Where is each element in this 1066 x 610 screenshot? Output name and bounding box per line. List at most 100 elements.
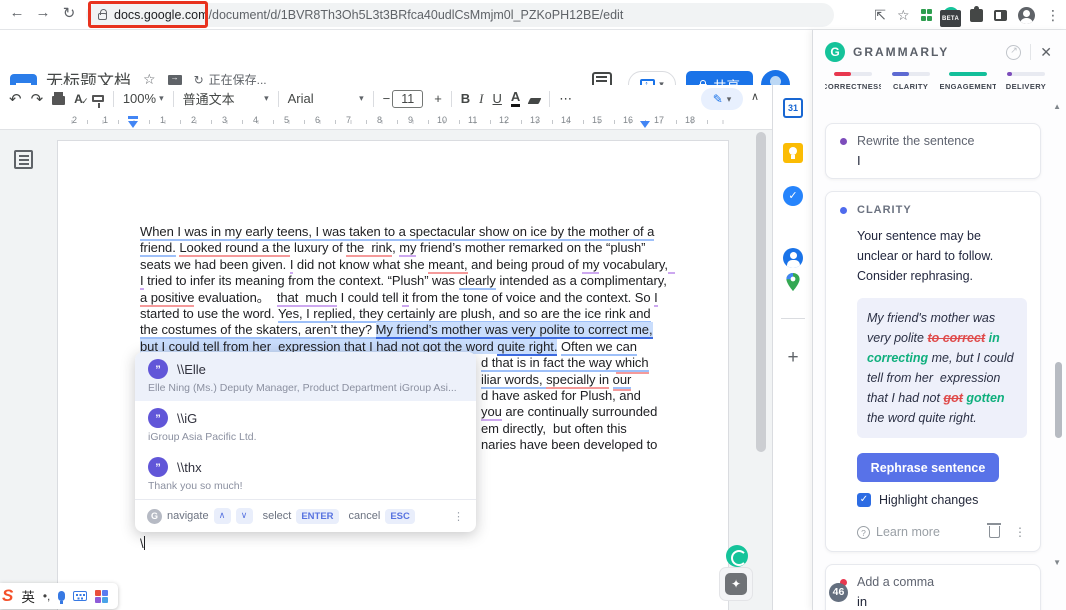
- bookmark-star-icon[interactable]: ☆: [897, 8, 910, 22]
- learn-more-link[interactable]: Learn more: [876, 525, 940, 539]
- clarity-suggestion-card[interactable]: CLARITY Your sentence may be unclear or …: [825, 191, 1041, 552]
- document-line[interactable]: the costumes of the skaters, aren’t they…: [140, 322, 675, 338]
- snippet-item[interactable]: ”\\ElleElle Ning (Ms.) Deputy Manager, P…: [135, 352, 476, 401]
- document-line[interactable]: friend. Looked round a the luxury of the…: [140, 240, 675, 256]
- browser-actions: ⇱ ☆ GBETA ⋮: [874, 0, 1060, 30]
- score-metric[interactable]: CLARITY: [883, 72, 939, 91]
- text-color-button[interactable]: A: [511, 90, 520, 107]
- snippet-item[interactable]: ”\\iGiGroup Asia Pacific Ltd.: [135, 401, 476, 450]
- paragraph-style-select[interactable]: 普通文本▾: [183, 89, 269, 108]
- undo-icon[interactable]: ↶: [9, 90, 22, 108]
- trailing-text[interactable]: \: [140, 536, 145, 551]
- metric-label: DELIVERY: [998, 82, 1054, 91]
- keep-icon[interactable]: [783, 143, 803, 163]
- more-tools-button[interactable]: ⋯: [559, 91, 572, 107]
- left-indent-marker[interactable]: [128, 121, 138, 128]
- document-line[interactable]: seats we had been given. I did not know …: [140, 257, 675, 273]
- snippet-item[interactable]: ”\\thxThank you so much!: [135, 450, 476, 499]
- navigate-up-button[interactable]: ∧: [214, 508, 231, 524]
- document-line[interactable]: a positive evaluation。 that much I could…: [140, 290, 675, 306]
- print-icon[interactable]: [52, 93, 65, 105]
- ime-toolbox-icon[interactable]: [95, 590, 108, 603]
- document-line[interactable]: When I was in my early teens, I was take…: [140, 224, 675, 240]
- bold-button[interactable]: B: [461, 91, 470, 106]
- forward-icon[interactable]: →: [32, 4, 54, 21]
- ruler-label: 7: [346, 115, 351, 125]
- esc-key-chip[interactable]: ESC: [385, 509, 415, 524]
- share-page-icon[interactable]: ⇱: [874, 8, 886, 22]
- score-metric[interactable]: DELIVERY: [998, 72, 1054, 91]
- sidebar-toggle-icon[interactable]: [994, 10, 1007, 21]
- redo-icon[interactable]: ↷: [31, 90, 44, 108]
- rephrase-preview: My friend's mother was very polite to co…: [857, 298, 1027, 438]
- first-line-indent-marker[interactable]: [128, 116, 138, 119]
- grammarly-floating-widget[interactable]: [726, 545, 748, 567]
- trash-icon[interactable]: [989, 526, 1000, 538]
- tasks-icon[interactable]: ✓: [783, 186, 803, 206]
- enter-key-chip[interactable]: ENTER: [296, 509, 338, 524]
- maps-icon[interactable]: [783, 272, 803, 292]
- score-metric[interactable]: CORRECTNESS: [825, 72, 881, 91]
- ruler-label: 1: [160, 115, 165, 125]
- underline-button[interactable]: U: [493, 91, 502, 106]
- assistant-sparkle-button[interactable]: ✦: [719, 567, 753, 601]
- keyboard-icon[interactable]: [73, 591, 87, 601]
- editing-mode-button[interactable]: ✎▾: [701, 88, 743, 110]
- hide-menus-button[interactable]: ∧: [751, 90, 759, 103]
- panel-scroll-up-icon[interactable]: ▲: [1053, 102, 1061, 111]
- document-outline-icon[interactable]: [14, 150, 33, 169]
- decrease-font-icon[interactable]: −: [383, 91, 391, 106]
- right-indent-marker[interactable]: [640, 121, 650, 128]
- move-folder-icon[interactable]: [168, 75, 182, 85]
- extension-grid-icon[interactable]: [921, 9, 933, 21]
- microphone-icon[interactable]: [58, 591, 65, 601]
- rephrase-sentence-button[interactable]: Rephrase sentence: [857, 453, 999, 482]
- browser-menu-icon[interactable]: ⋮: [1046, 8, 1060, 22]
- document-line[interactable]: started to use the word. Yes, I replied,…: [140, 306, 675, 322]
- reload-icon[interactable]: ↻: [58, 4, 80, 22]
- highlight-color-button[interactable]: [529, 93, 540, 104]
- goals-icon[interactable]: [1006, 45, 1021, 60]
- address-bar[interactable]: docs.google.com/document/d/1BVR8Th3Oh5L3…: [86, 3, 834, 27]
- calendar-icon[interactable]: 31: [783, 98, 803, 118]
- paint-format-icon[interactable]: [92, 95, 104, 102]
- rewrite-suggestion-card[interactable]: Rewrite the sentence I: [825, 123, 1041, 179]
- card-menu-icon[interactable]: ⋮: [1014, 525, 1026, 539]
- back-icon[interactable]: ←: [6, 4, 28, 21]
- ime-language-mode[interactable]: 英: [21, 586, 35, 606]
- ruler: 21123456789101112131415161718: [0, 112, 772, 130]
- get-addons-button[interactable]: +: [783, 347, 803, 369]
- sogou-logo-icon[interactable]: S: [2, 586, 13, 606]
- ruler-label: 10: [437, 115, 447, 125]
- snippet-description: Thank you so much!: [148, 480, 463, 492]
- zoom-select[interactable]: 100%▾: [123, 91, 164, 106]
- document-line[interactable]: I tried to infer its meaning from the co…: [140, 273, 675, 289]
- ruler-label: 16: [623, 115, 633, 125]
- browser-profile-avatar[interactable]: [1018, 7, 1035, 24]
- increase-font-icon[interactable]: +: [434, 91, 442, 106]
- spellcheck-icon[interactable]: A: [74, 92, 83, 106]
- popup-footer: G navigate ∧ ∨ select ENTER cancel ESC ⋮: [135, 499, 476, 532]
- panel-scrollbar[interactable]: [1055, 362, 1062, 438]
- snippet-shortcut: \\iG: [177, 411, 197, 426]
- navigate-down-button[interactable]: ∨: [236, 508, 253, 524]
- grammarly-extension-icon[interactable]: GBETA: [943, 7, 959, 23]
- font-size-input[interactable]: 11: [392, 90, 423, 108]
- comma-suggestion-card[interactable]: Add a comma in: [825, 564, 1041, 610]
- screen: ← → ↻ docs.google.com/document/d/1BVR8Th…: [0, 0, 1066, 610]
- ruler-label: 14: [561, 115, 571, 125]
- panel-scroll-down-icon[interactable]: ▼: [1053, 558, 1061, 567]
- font-select[interactable]: Arial▾: [288, 91, 364, 106]
- score-metric[interactable]: ENGAGEMENT: [940, 72, 996, 91]
- ime-punctuation-toggle[interactable]: •,: [43, 589, 51, 603]
- extensions-puzzle-icon[interactable]: [970, 9, 983, 22]
- close-panel-icon[interactable]: ✕: [1040, 44, 1052, 61]
- ime-toolbar: S 英 •,: [0, 583, 118, 609]
- document-scrollbar[interactable]: [756, 132, 766, 452]
- popup-menu-icon[interactable]: ⋮: [453, 510, 464, 523]
- contacts-icon[interactable]: [783, 248, 803, 268]
- italic-button[interactable]: I: [479, 91, 483, 107]
- url-host: docs.google.com: [114, 8, 209, 22]
- highlight-changes-checkbox[interactable]: ✓: [857, 493, 871, 507]
- clarity-message: Your sentence may be unclear or hard to …: [857, 226, 1025, 286]
